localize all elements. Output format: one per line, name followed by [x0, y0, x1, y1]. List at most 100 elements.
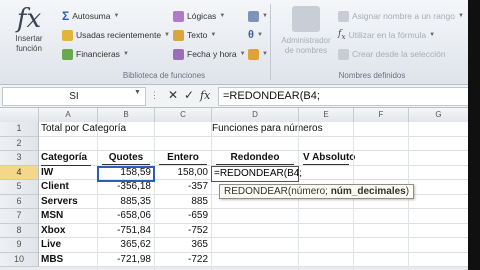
cell-c3[interactable]: Entero [159, 151, 207, 165]
cell-a7[interactable]: MSN [41, 209, 97, 223]
insert-function-label: Insertar [15, 34, 43, 43]
cell-b4[interactable]: 158,59 [98, 166, 154, 180]
text-button[interactable]: Texto ▼ [173, 27, 216, 43]
cell-d3[interactable]: Redondeo [216, 151, 294, 165]
cell-e10[interactable] [299, 253, 353, 267]
cell-a8[interactable]: Xbox [41, 224, 97, 238]
math-trig-button[interactable]: θ ▼ [248, 27, 263, 43]
cell-b9[interactable]: 365,62 [98, 238, 154, 252]
use-in-formula-button[interactable]: fx Utilizar en la fórmula ▼ [338, 27, 435, 43]
name-box[interactable]: SI [2, 87, 146, 106]
formula-bar: SI ▼ ⋮ ✕ ✓ fx =REDONDEAR(B4; [0, 85, 468, 108]
autosum-button[interactable]: Σ Autosuma ▼ [62, 8, 119, 24]
book-icon [248, 48, 259, 60]
editing-cell-d4[interactable]: =REDONDEAR(B4; [211, 166, 302, 182]
cell-e7[interactable] [299, 209, 353, 223]
cell-b2[interactable] [98, 137, 154, 151]
cell-c10[interactable]: -722 [155, 253, 211, 267]
cell-e1[interactable] [299, 122, 353, 136]
insert-function-icon[interactable]: fx [200, 89, 210, 102]
column-header-d[interactable]: D [212, 108, 299, 123]
cell-c1[interactable] [155, 122, 211, 136]
cell-a5[interactable]: Client [41, 180, 97, 194]
date-time-button[interactable]: Fecha y hora ▼ [173, 46, 246, 62]
create-from-selection-button[interactable]: Crear desde la selección [338, 46, 446, 62]
clock-icon [173, 48, 184, 60]
cell-c9[interactable]: 365 [155, 238, 211, 252]
cancel-icon[interactable]: ✕ [168, 88, 178, 102]
formula-input[interactable]: =REDONDEAR(B4; [218, 87, 468, 106]
table-row: MBS -721,98 -722 [39, 252, 468, 267]
column-header-a[interactable]: A [39, 108, 98, 123]
row-header[interactable]: 2 [0, 136, 39, 151]
logical-button[interactable]: Lógicas ▼ [173, 8, 225, 24]
cell-a6[interactable]: Servers [41, 195, 97, 209]
formula-bar-grip-icon: ⋮ [150, 90, 159, 100]
row-header[interactable]: 8 [0, 223, 39, 238]
lookup-button[interactable]: ▼ [248, 8, 268, 24]
cell-e9[interactable] [299, 238, 353, 252]
cell-a10[interactable]: MBS [41, 253, 97, 267]
row-header[interactable]: 10 [0, 252, 39, 267]
cell-c5[interactable]: -357 [155, 180, 211, 194]
cell-c6[interactable]: 885 [155, 195, 211, 209]
cell-b5[interactable]: -356,18 [98, 180, 154, 194]
row-header[interactable]: 5 [0, 180, 39, 195]
cell-c7[interactable]: -659 [155, 209, 211, 223]
name-box-dropdown-icon[interactable]: ▼ [134, 89, 141, 96]
recently-used-button[interactable]: Usadas recientemente ▼ [62, 27, 170, 43]
row-header[interactable]: 6 [0, 194, 39, 209]
column-header-g[interactable]: G [409, 108, 468, 123]
table-row [39, 136, 468, 151]
column-header-e[interactable]: E [299, 108, 354, 123]
cell-e4[interactable] [299, 166, 353, 180]
text-label: Texto [187, 30, 208, 40]
book-icon [173, 10, 184, 22]
cell-a9[interactable]: Live [41, 238, 97, 252]
cell-d7[interactable] [212, 209, 298, 223]
tag-icon [338, 10, 349, 22]
fx-icon: fx [16, 4, 42, 34]
tooltip-arg-number[interactable]: número [291, 186, 325, 197]
tooltip-arg-decimals[interactable]: núm_decimales [331, 186, 406, 197]
row-header[interactable]: 3 [0, 151, 39, 166]
cell-b3[interactable]: Quotes [102, 151, 150, 165]
select-all-corner[interactable] [0, 108, 39, 123]
cell-e3[interactable]: V Absoluto [303, 151, 355, 165]
cell-a3[interactable]: Categoría [41, 151, 91, 166]
cell-d9[interactable] [212, 238, 298, 252]
cell-b7[interactable]: -658,06 [98, 209, 154, 223]
column-header-c[interactable]: C [155, 108, 212, 123]
cell-e2[interactable] [299, 137, 353, 151]
cell-a4[interactable]: IW [41, 166, 97, 180]
column-header-b[interactable]: B [98, 108, 155, 123]
name-manager-button[interactable]: Administrador de nombres [272, 6, 340, 66]
cell-a1[interactable]: Total por Categoría [41, 122, 126, 136]
defined-names-group-label: Nombres definidos [338, 71, 406, 80]
enter-icon[interactable]: ✓ [184, 88, 194, 102]
cell-b6[interactable]: 885,35 [98, 195, 154, 209]
function-arguments-tooltip[interactable]: REDONDEAR(número; núm_decimales) [219, 184, 415, 199]
cell-a2[interactable] [41, 137, 97, 151]
cell-c8[interactable]: -752 [155, 224, 211, 238]
more-functions-button[interactable]: ▼ [248, 46, 268, 62]
financial-button[interactable]: Financieras ▼ [62, 46, 129, 62]
insert-function-button[interactable]: fx Insertar función [2, 4, 56, 68]
column-header-f[interactable]: F [354, 108, 409, 123]
cell-d8[interactable] [212, 224, 298, 238]
define-name-button[interactable]: Asignar nombre a un rango ▼ [338, 8, 464, 24]
cell-d10[interactable] [212, 253, 298, 267]
cell-c2[interactable] [155, 137, 211, 151]
gridline [154, 122, 155, 270]
cell-e8[interactable] [299, 224, 353, 238]
row-header[interactable]: 4 [0, 165, 39, 180]
cell-b10[interactable]: -721,98 [98, 253, 154, 267]
cell-b8[interactable]: -751,84 [98, 224, 154, 238]
star-icon [62, 29, 73, 41]
row-header[interactable]: 7 [0, 209, 39, 224]
row-header[interactable]: 9 [0, 238, 39, 253]
row-header[interactable]: 1 [0, 122, 39, 137]
cell-d2[interactable] [212, 137, 298, 151]
cell-b1[interactable] [98, 122, 154, 136]
cell-c4[interactable]: 158,00 [155, 166, 211, 180]
